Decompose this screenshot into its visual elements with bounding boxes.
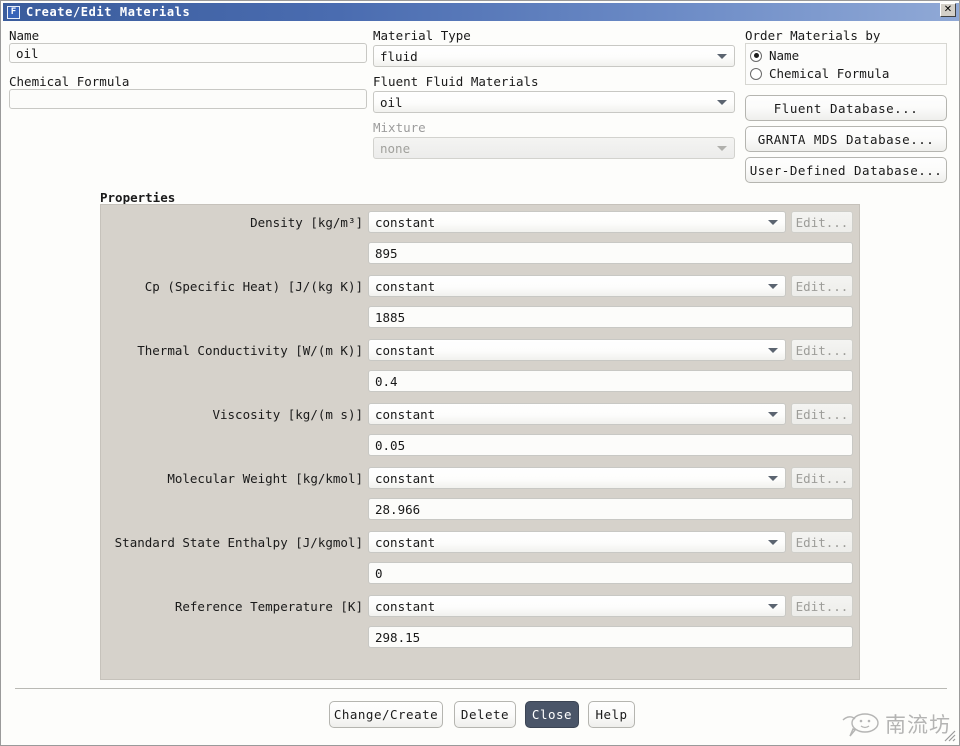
property-value-reference-temperature[interactable]: 298.15: [368, 626, 853, 648]
radio-order-by-name-label: Name: [769, 48, 800, 63]
property-value-standard-state-enthalpy[interactable]: 0: [368, 562, 853, 584]
property-method-value: constant: [375, 342, 436, 358]
property-edit-button-cp[interactable]: Edit...: [791, 275, 853, 297]
property-edit-button-thermal-conductivity[interactable]: Edit...: [791, 339, 853, 361]
property-method-value: constant: [375, 470, 436, 486]
chevron-down-icon: [768, 540, 778, 545]
property-edit-button-reference-temperature[interactable]: Edit...: [791, 595, 853, 617]
watermark: 南流坊: [841, 709, 951, 739]
property-value-thermal-conductivity[interactable]: 0.4: [368, 370, 853, 392]
property-method-cp[interactable]: constant: [368, 275, 786, 297]
chevron-down-icon: [768, 220, 778, 225]
property-method-value: constant: [375, 278, 436, 294]
mixture-value: none: [380, 140, 411, 156]
chevron-down-icon: [768, 284, 778, 289]
order-materials-by-label: Order Materials by: [745, 28, 881, 43]
property-edit-button-density[interactable]: Edit...: [791, 211, 853, 233]
property-label-standard-state-enthalpy: Standard State Enthalpy [J/kgmol]: [114, 535, 363, 550]
property-value-cp[interactable]: 1885: [368, 306, 853, 328]
property-method-value: constant: [375, 406, 436, 422]
chevron-down-icon: [717, 54, 727, 59]
property-label-viscosity: Viscosity [kg/(m s)]: [212, 407, 363, 422]
property-label-reference-temperature: Reference Temperature [K]: [174, 599, 363, 614]
resize-grip-icon[interactable]: [942, 728, 956, 742]
chemical-formula-input[interactable]: [9, 89, 367, 109]
property-label-density: Density [kg/m³]: [250, 215, 363, 230]
fluent-database-button[interactable]: Fluent Database...: [745, 95, 947, 121]
property-value-molecular-weight[interactable]: 28.966: [368, 498, 853, 520]
radio-off-icon: [750, 67, 762, 80]
radio-order-by-name[interactable]: Name: [750, 48, 799, 63]
radio-order-by-chemical-formula-label: Chemical Formula: [769, 66, 890, 81]
material-type-label: Material Type: [373, 28, 471, 43]
chevron-down-icon: [717, 146, 727, 151]
material-type-select[interactable]: fluid: [373, 45, 735, 67]
property-label-cp: Cp (Specific Heat) [J/(kg K)]: [144, 279, 363, 294]
property-label-molecular-weight: Molecular Weight [kg/kmol]: [167, 471, 363, 486]
title-bar: F Create/Edit Materials: [3, 3, 959, 21]
chevron-down-icon: [717, 100, 727, 105]
mixture-label: Mixture: [373, 120, 426, 135]
material-type-value: fluid: [380, 48, 418, 64]
property-method-standard-state-enthalpy[interactable]: constant: [368, 531, 786, 553]
properties-title: Properties: [100, 190, 176, 205]
radio-on-icon: [750, 49, 762, 62]
fluent-fluid-materials-value: oil: [380, 94, 403, 110]
window-title: Create/Edit Materials: [26, 5, 191, 19]
radio-order-by-chemical-formula[interactable]: Chemical Formula: [750, 66, 889, 81]
property-method-density[interactable]: constant: [368, 211, 786, 233]
fluent-f-icon: F: [7, 5, 20, 19]
close-button[interactable]: Close: [525, 701, 579, 728]
close-icon[interactable]: ✕: [940, 3, 956, 17]
delete-button[interactable]: Delete: [454, 701, 516, 728]
property-method-value: constant: [375, 214, 436, 230]
property-method-value: constant: [375, 534, 436, 550]
property-value-viscosity[interactable]: 0.05: [368, 434, 853, 456]
speech-bubble-smiley-icon: [842, 713, 879, 737]
property-edit-button-viscosity[interactable]: Edit...: [791, 403, 853, 425]
mixture-select: none: [373, 137, 735, 159]
chevron-down-icon: [768, 476, 778, 481]
property-value-density[interactable]: 895: [368, 242, 853, 264]
property-label-thermal-conductivity: Thermal Conductivity [W/(m K)]: [137, 343, 363, 358]
property-method-viscosity[interactable]: constant: [368, 403, 786, 425]
help-button[interactable]: Help: [588, 701, 635, 728]
property-edit-button-standard-state-enthalpy[interactable]: Edit...: [791, 531, 853, 553]
change-create-button[interactable]: Change/Create: [329, 701, 443, 728]
property-method-thermal-conductivity[interactable]: constant: [368, 339, 786, 361]
granta-mds-database-button[interactable]: GRANTA MDS Database...: [745, 126, 947, 152]
user-defined-database-button[interactable]: User-Defined Database...: [745, 157, 947, 183]
property-edit-button-molecular-weight[interactable]: Edit...: [791, 467, 853, 489]
create-edit-materials-dialog: F Create/Edit Materials ✕ Name oil Chemi…: [0, 0, 960, 746]
chemical-formula-label: Chemical Formula: [9, 74, 130, 89]
property-method-value: constant: [375, 598, 436, 614]
name-label: Name: [9, 28, 40, 43]
chevron-down-icon: [768, 412, 778, 417]
fluent-fluid-materials-label: Fluent Fluid Materials: [373, 74, 539, 89]
chevron-down-icon: [768, 348, 778, 353]
fluent-fluid-materials-select[interactable]: oil: [373, 91, 735, 113]
name-input[interactable]: oil: [9, 43, 367, 63]
property-method-molecular-weight[interactable]: constant: [368, 467, 786, 489]
property-method-reference-temperature[interactable]: constant: [368, 595, 786, 617]
chevron-down-icon: [768, 604, 778, 609]
footer-separator: [15, 688, 947, 689]
